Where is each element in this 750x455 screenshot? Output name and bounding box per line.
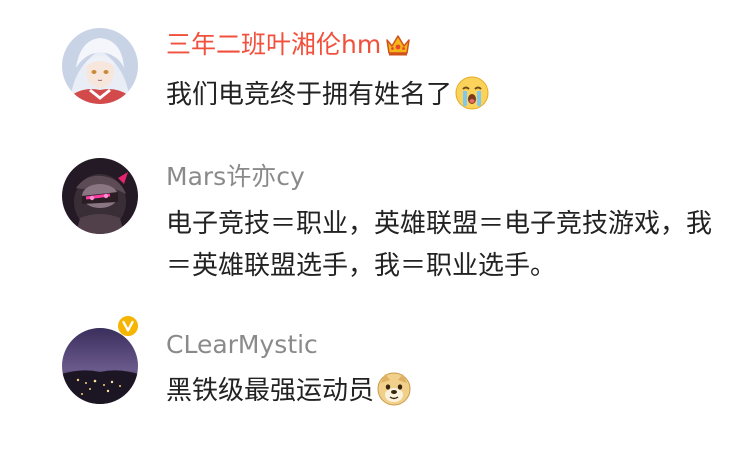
comment-text: 黑铁级最强运动员 (166, 370, 726, 420)
username[interactable]: CLearMystic (166, 330, 318, 360)
username-text: CLearMystic (166, 330, 318, 359)
crown-icon (385, 33, 411, 64)
anime-character-avatar-icon (62, 28, 138, 104)
night-cityscape-avatar-icon (62, 328, 138, 404)
avatar[interactable] (62, 328, 138, 404)
comment-item: CLearMystic 黑铁级最强运动员 (0, 300, 750, 455)
username[interactable]: Mars许亦cy (166, 162, 305, 192)
avatar[interactable] (62, 28, 138, 104)
username-text: 三年二班叶湘伦hm (166, 30, 382, 59)
esports-character-avatar-icon (62, 158, 138, 234)
comment-item: Mars许亦cy 电子竞技＝职业，英雄联盟＝电子竞技游戏，我＝英雄联盟选手，我＝… (0, 130, 750, 338)
comment-text: 电子竞技＝职业，英雄联盟＝电子竞技游戏，我＝英雄联盟选手，我＝职业选手。 (166, 203, 726, 287)
avatar[interactable] (62, 158, 138, 234)
username[interactable]: 三年二班叶湘伦hm (166, 30, 411, 64)
crying-face-icon (454, 75, 490, 124)
username-text: Mars许亦cy (166, 162, 305, 191)
comment-list: 三年二班叶湘伦hm 我们电竞终于拥有姓名了 Mars许亦cy 电子竞技＝职业，英… (0, 0, 750, 455)
comment-text-content: 电子竞技＝职业，英雄联盟＝电子竞技游戏，我＝英雄联盟选手，我＝职业选手。 (166, 209, 713, 281)
comment-item: 三年二班叶湘伦hm 我们电竞终于拥有姓名了 (0, 0, 750, 130)
doge-icon (376, 371, 412, 420)
comment-text-content: 黑铁级最强运动员 (166, 376, 375, 406)
comment-text: 我们电竞终于拥有姓名了 (166, 74, 726, 124)
comment-text-content: 我们电竞终于拥有姓名了 (166, 80, 453, 110)
